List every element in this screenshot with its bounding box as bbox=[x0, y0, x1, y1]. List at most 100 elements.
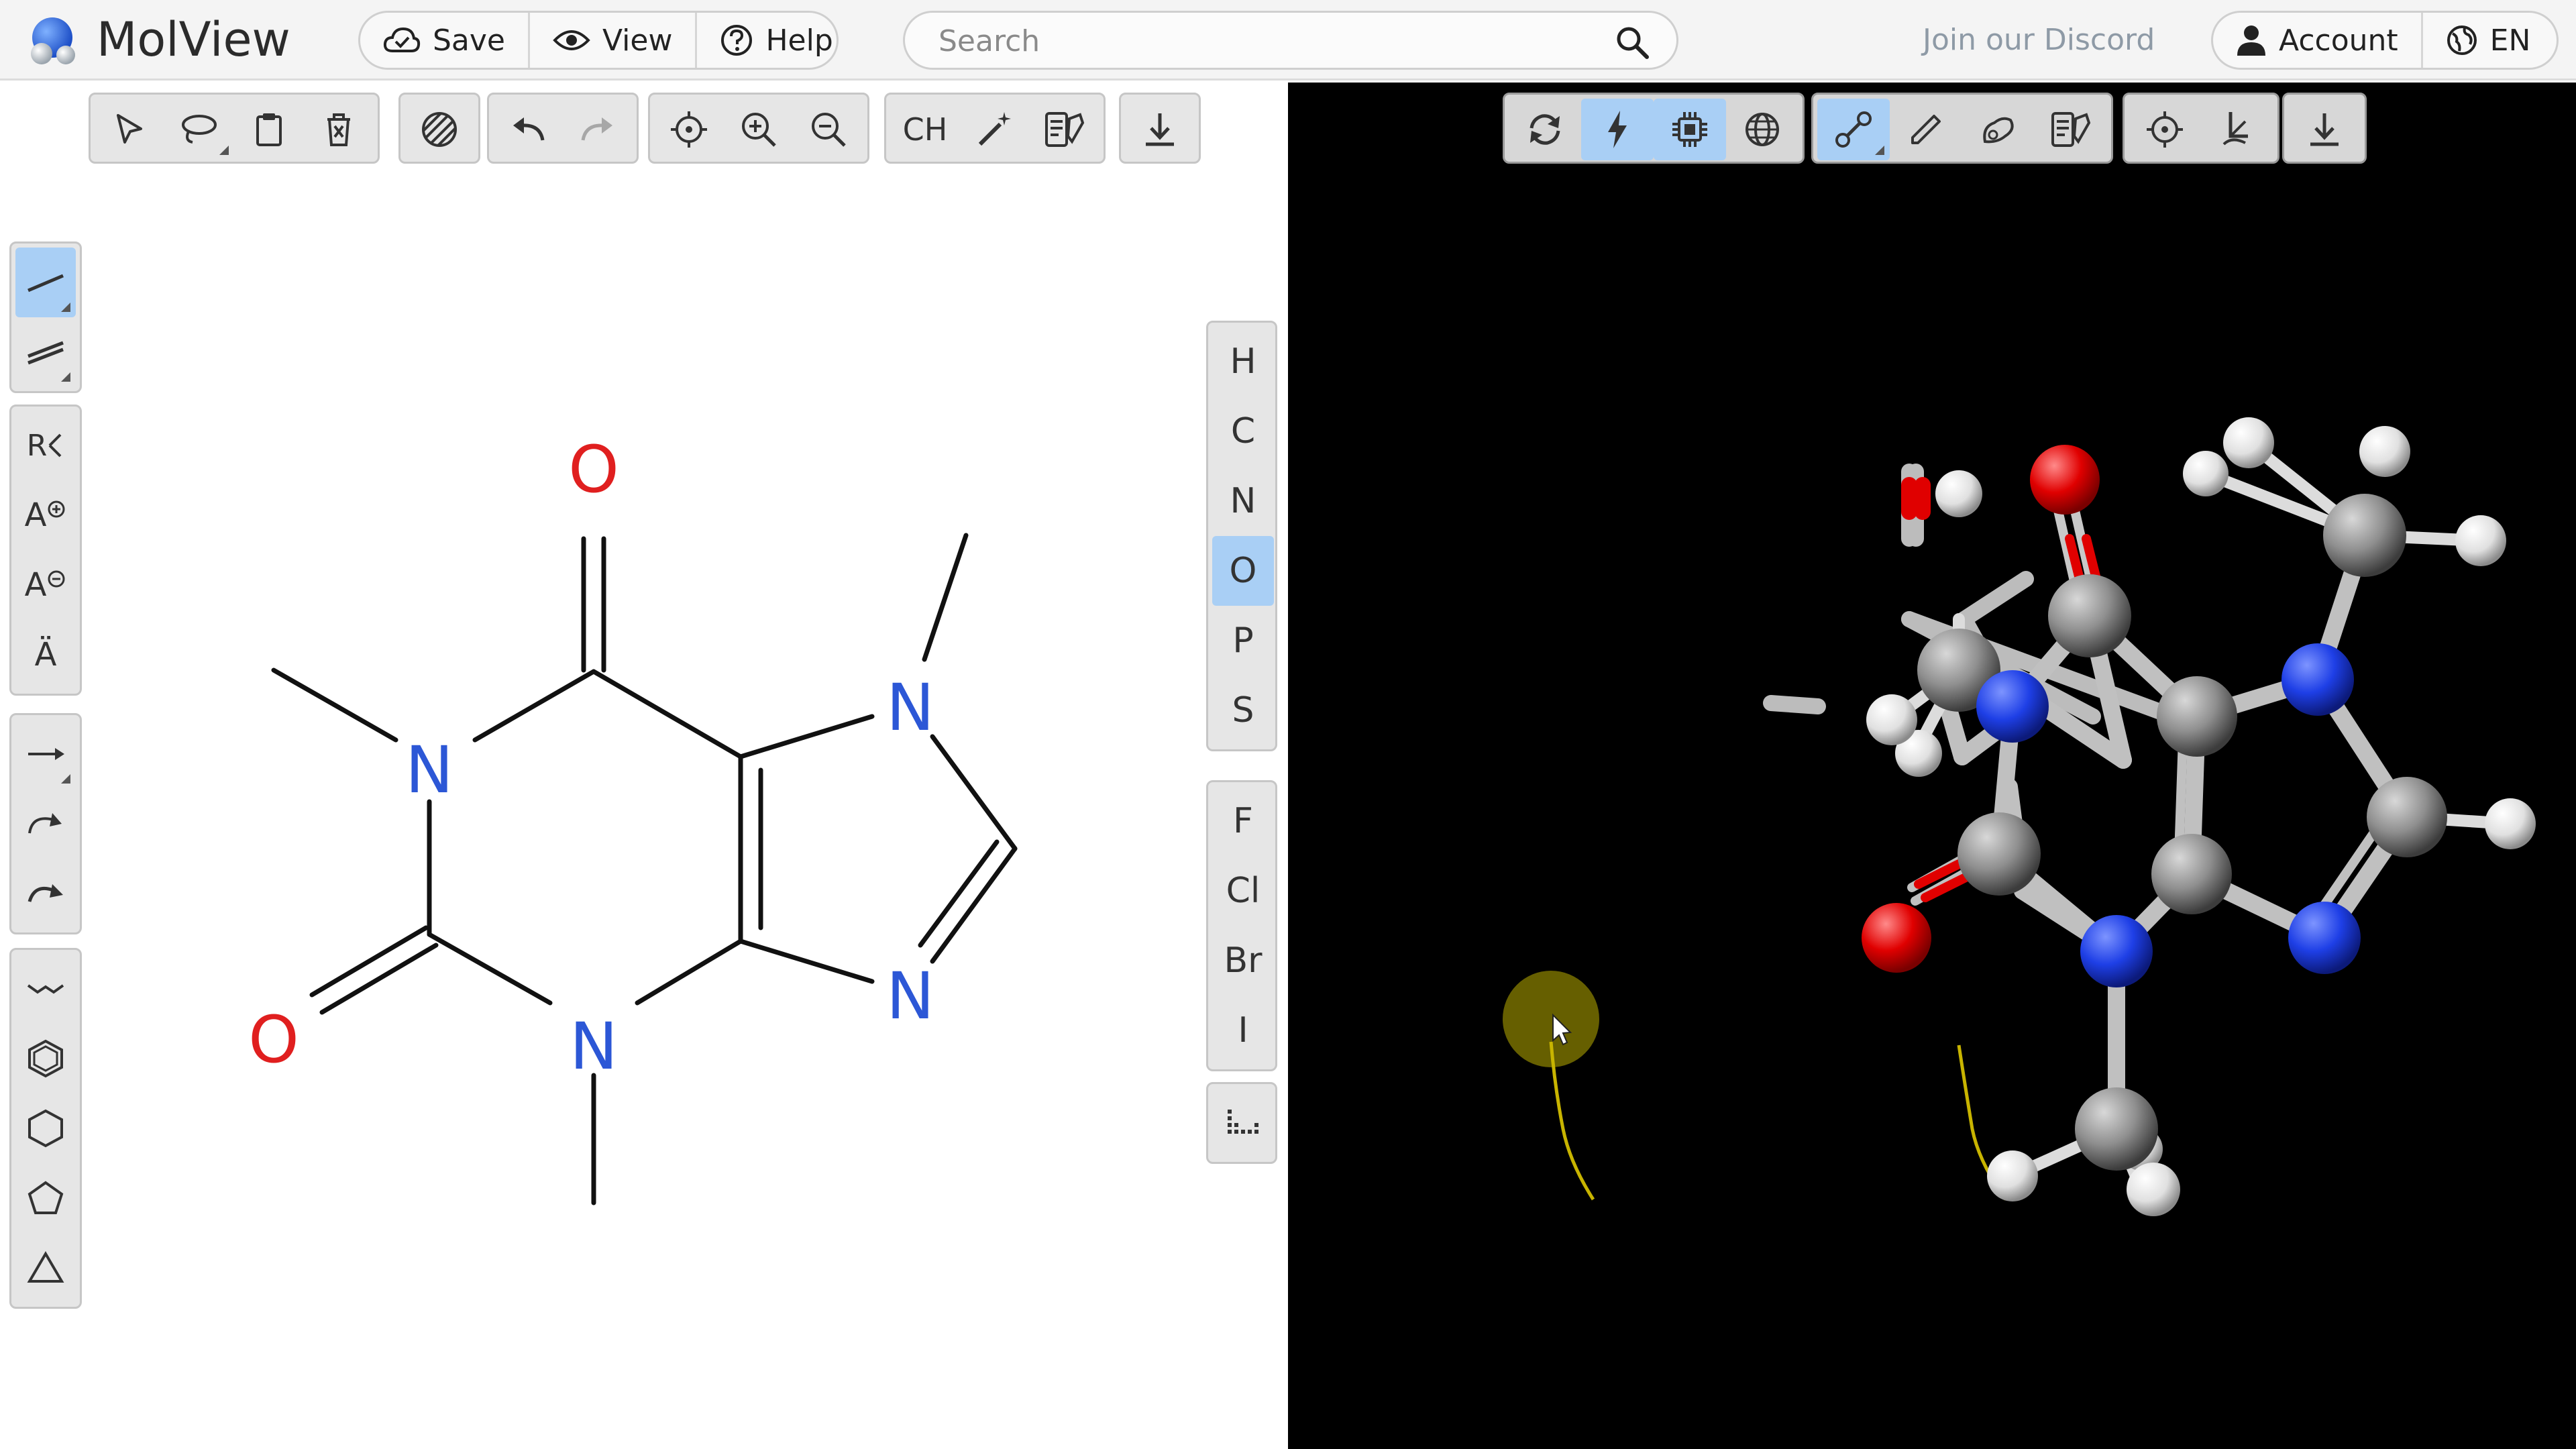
double-bond-button[interactable] bbox=[15, 317, 76, 387]
element-cl-button[interactable]: Cl bbox=[1212, 856, 1274, 926]
save-button[interactable]: Save bbox=[360, 13, 531, 68]
nitrogen-atom[interactable] bbox=[2288, 902, 2361, 974]
carbon-atom[interactable] bbox=[2048, 574, 2131, 657]
triangle-button[interactable] bbox=[15, 1233, 76, 1303]
undo-button[interactable] bbox=[493, 99, 563, 160]
element-c-button[interactable]: C bbox=[1212, 396, 1274, 466]
center-button[interactable] bbox=[654, 99, 724, 160]
element-p-button[interactable]: P bbox=[1212, 606, 1274, 676]
molview-logo-icon[interactable] bbox=[25, 15, 82, 67]
hydrogen-atom[interactable] bbox=[1866, 694, 1917, 745]
help-button[interactable]: Help bbox=[697, 13, 837, 68]
element-o-button[interactable]: O bbox=[1212, 536, 1274, 606]
periodic-table-button[interactable] bbox=[1212, 1088, 1274, 1158]
carbon-atom[interactable] bbox=[2323, 494, 2406, 577]
bond[interactable] bbox=[427, 932, 553, 1006]
bond[interactable] bbox=[271, 667, 398, 743]
search-icon[interactable] bbox=[1615, 25, 1650, 60]
nitrogen-atom[interactable] bbox=[2282, 643, 2354, 716]
select-button[interactable] bbox=[95, 99, 164, 160]
bond[interactable] bbox=[738, 938, 875, 984]
chain-button[interactable] bbox=[15, 954, 76, 1024]
view-tool-group bbox=[648, 93, 869, 164]
element-br-button[interactable]: Br bbox=[1212, 926, 1274, 996]
benzene-button[interactable] bbox=[15, 1024, 76, 1093]
sketch-canvas[interactable]: O O N N N N bbox=[201, 391, 1087, 1250]
download-button[interactable] bbox=[1125, 99, 1195, 160]
carbon-atom[interactable] bbox=[2151, 834, 2232, 914]
halogen-palette: F Cl Br I bbox=[1206, 780, 1277, 1071]
account-button[interactable]: Account bbox=[2213, 13, 2423, 68]
clean-tool-group bbox=[398, 93, 480, 164]
hydrogen-toggle-button[interactable]: CH bbox=[890, 99, 960, 160]
atom-label-nitrogen[interactable]: N bbox=[886, 959, 934, 1034]
hydrogen-atom[interactable] bbox=[1987, 1150, 2038, 1201]
charge-plus-button[interactable]: A bbox=[15, 480, 76, 550]
clipboard-button[interactable] bbox=[234, 99, 304, 160]
element-n-button[interactable]: N bbox=[1212, 466, 1274, 536]
atom-label-nitrogen[interactable]: N bbox=[570, 1009, 618, 1084]
pentagon-button[interactable] bbox=[15, 1163, 76, 1233]
atom-label-nitrogen[interactable]: N bbox=[405, 733, 453, 808]
element-s-button[interactable]: S bbox=[1212, 676, 1274, 745]
bond[interactable] bbox=[472, 669, 596, 743]
hydrogen-atom[interactable] bbox=[2359, 426, 2410, 477]
curved-arrow-button[interactable] bbox=[15, 789, 76, 859]
hexagon-button[interactable] bbox=[15, 1093, 76, 1163]
bond[interactable] bbox=[922, 533, 969, 662]
element-f-button[interactable]: F bbox=[1212, 786, 1274, 856]
arrow-button[interactable] bbox=[15, 719, 76, 789]
hydrogen-atom[interactable] bbox=[2127, 1163, 2180, 1216]
discord-link[interactable]: Join our Discord bbox=[1923, 20, 2155, 60]
view-button[interactable]: View bbox=[530, 13, 698, 68]
bond[interactable] bbox=[918, 839, 1000, 948]
bond[interactable] bbox=[591, 669, 743, 759]
shape-tool-group bbox=[9, 948, 82, 1309]
radical-button[interactable]: Ä bbox=[15, 620, 76, 690]
nitrogen-atom[interactable] bbox=[2080, 915, 2153, 987]
hydrogen-atom[interactable] bbox=[1935, 470, 1982, 517]
r-group-button[interactable]: R bbox=[15, 411, 76, 480]
benzene-icon bbox=[28, 1039, 63, 1078]
zoom-out-button[interactable] bbox=[794, 99, 863, 160]
clipboard-icon bbox=[256, 113, 282, 146]
bond[interactable] bbox=[738, 714, 875, 759]
periodic-table-group bbox=[1206, 1082, 1277, 1164]
curved-arrow-alt-button[interactable] bbox=[15, 859, 76, 928]
redo-button[interactable] bbox=[563, 99, 633, 160]
atom-label-oxygen[interactable]: O bbox=[248, 1002, 299, 1077]
hydrogen-atom[interactable] bbox=[2455, 515, 2506, 566]
charge-minus-button[interactable]: A bbox=[15, 550, 76, 620]
search-input[interactable] bbox=[937, 18, 1577, 64]
magic-wand-button[interactable] bbox=[960, 99, 1030, 160]
bond[interactable] bbox=[635, 938, 743, 1006]
hydrogen-atom[interactable] bbox=[2223, 417, 2274, 468]
atom-label-nitrogen[interactable]: N bbox=[886, 670, 934, 745]
info-card-button[interactable] bbox=[1030, 99, 1099, 160]
oxygen-atom[interactable] bbox=[1862, 903, 1931, 973]
carbon-atom[interactable] bbox=[2367, 777, 2447, 857]
erase-button[interactable] bbox=[304, 99, 374, 160]
bond[interactable] bbox=[930, 846, 1018, 964]
element-h-button[interactable]: H bbox=[1212, 327, 1274, 396]
atom-label-oxygen[interactable]: O bbox=[568, 432, 619, 507]
bond[interactable] bbox=[930, 734, 1018, 851]
zoom-in-button[interactable] bbox=[724, 99, 794, 160]
viewer-canvas[interactable] bbox=[1288, 83, 2576, 1449]
hydrogen-atom[interactable] bbox=[2183, 451, 2229, 496]
nitrogen-atom[interactable] bbox=[1976, 670, 2049, 743]
carbon-atom[interactable] bbox=[1957, 812, 2041, 896]
carbon-atom[interactable] bbox=[2157, 676, 2237, 757]
lasso-button[interactable] bbox=[164, 99, 234, 160]
zoom-out-icon bbox=[812, 113, 846, 147]
clean-button[interactable] bbox=[405, 99, 474, 160]
language-button[interactable]: EN bbox=[2423, 13, 2554, 68]
carbon-atom[interactable] bbox=[2075, 1087, 2158, 1171]
app-title[interactable]: MolView bbox=[97, 9, 290, 70]
download-icon bbox=[1146, 113, 1174, 146]
single-bond-button[interactable] bbox=[15, 248, 76, 317]
curved-arrow-icon bbox=[28, 813, 62, 834]
hydrogen-atom[interactable] bbox=[2485, 798, 2536, 849]
element-i-button[interactable]: I bbox=[1212, 996, 1274, 1065]
oxygen-atom[interactable] bbox=[2030, 445, 2100, 515]
